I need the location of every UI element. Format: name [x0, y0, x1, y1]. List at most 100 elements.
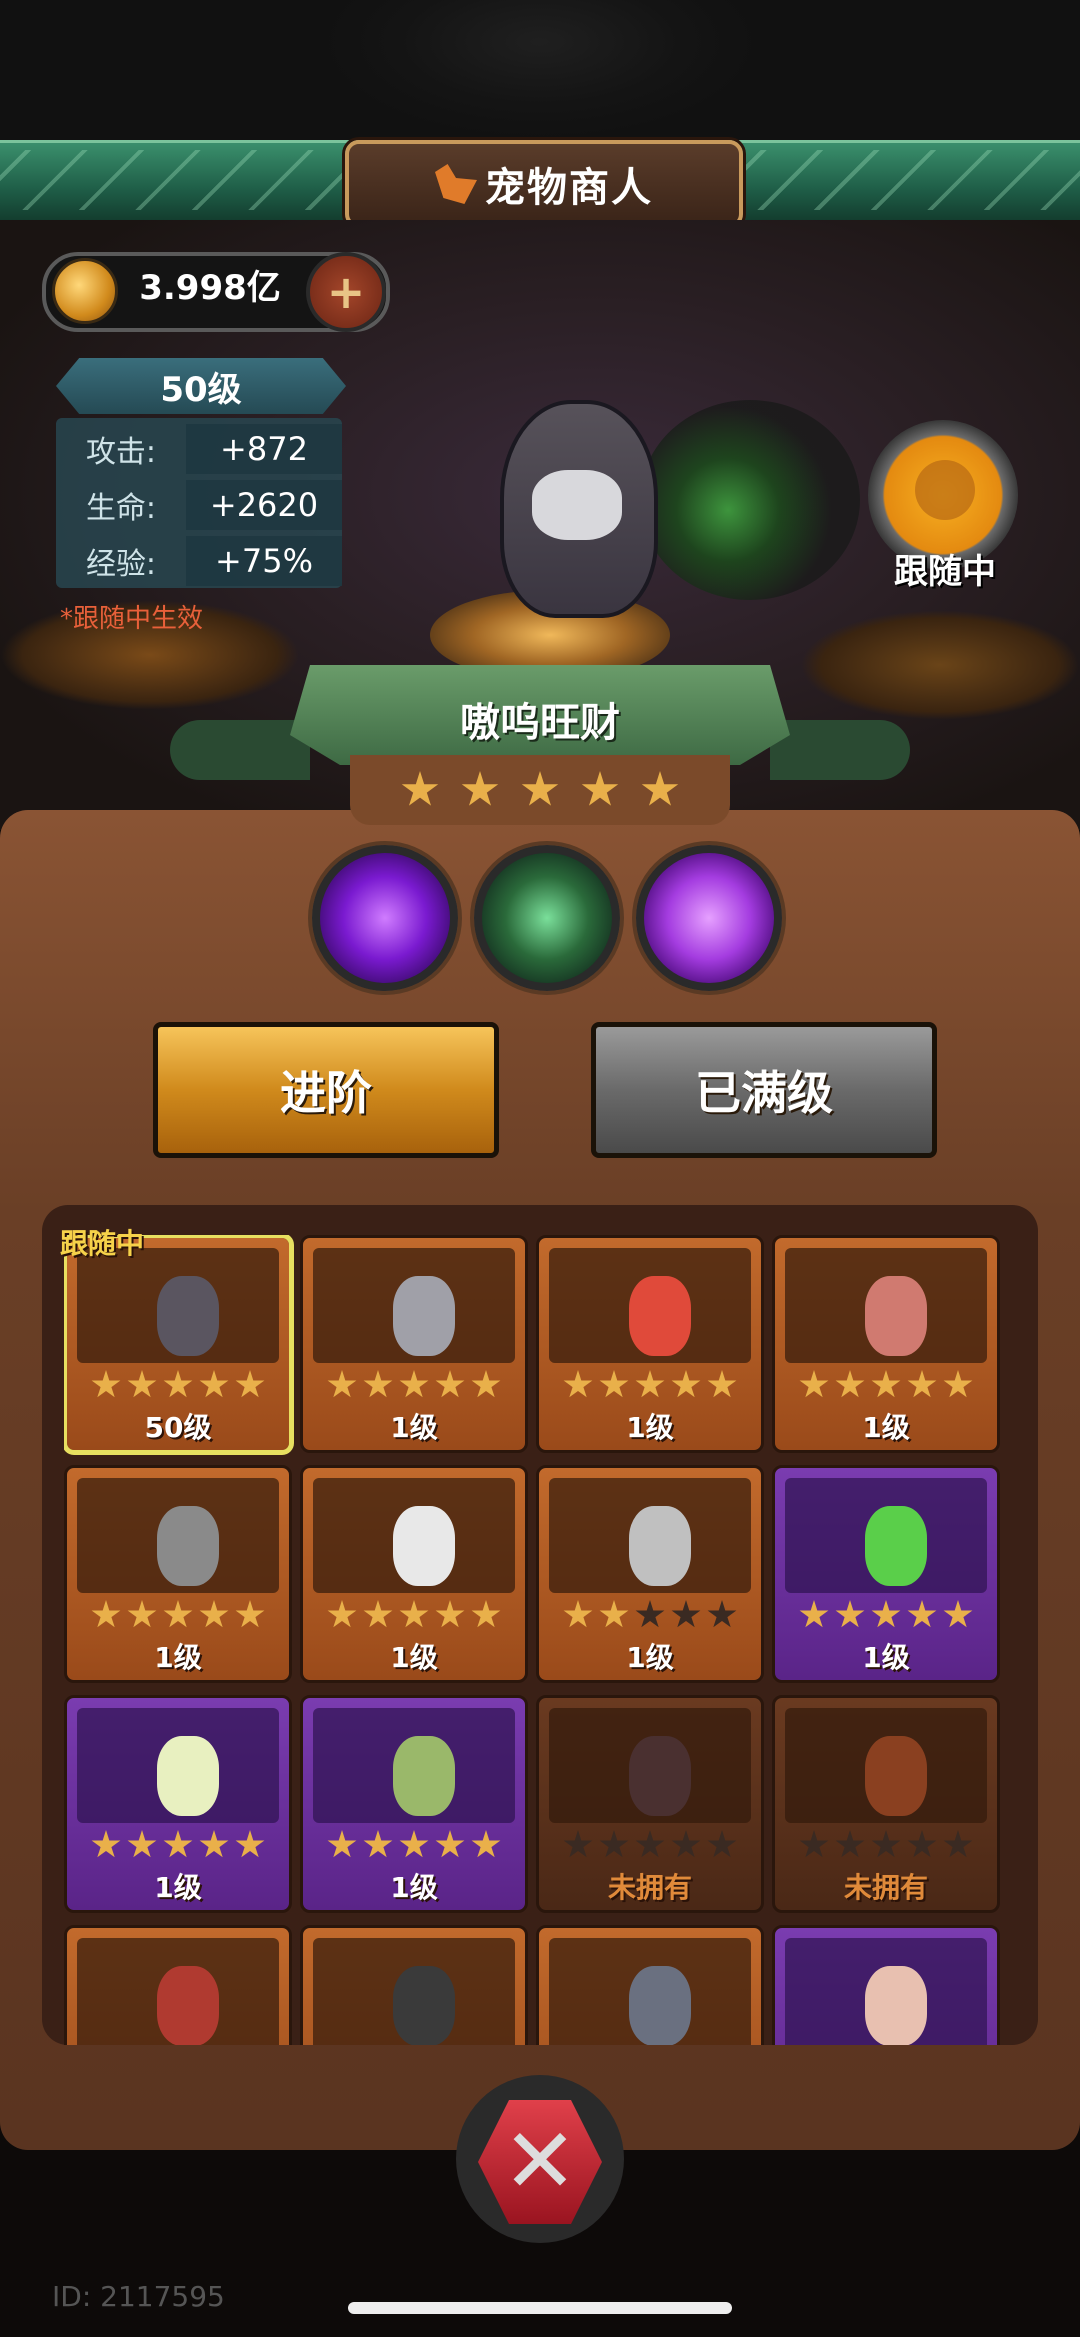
pet-card-stars — [67, 1370, 289, 1400]
pet-card-frame — [313, 1248, 515, 1363]
pet-name: 嗷呜旺财 — [460, 700, 620, 746]
pet-card-stars — [303, 1600, 525, 1630]
star-icon — [871, 1830, 901, 1858]
star-icon — [199, 1600, 229, 1628]
pet-avatar — [157, 1736, 219, 1816]
pet-card-frame — [549, 1478, 751, 1593]
pet-card[interactable]: 1级 — [64, 1695, 292, 1913]
star-icon — [471, 1370, 501, 1398]
home-indicator[interactable] — [348, 2302, 732, 2314]
ribbon-scroll-right — [770, 720, 910, 780]
pet-level: 50级 — [56, 358, 346, 414]
grid-follow-tag: 跟随中 — [60, 1227, 145, 1260]
pet-card-level: 1级 — [390, 1641, 438, 1674]
advance-button[interactable]: 进阶 — [153, 1022, 499, 1158]
skill-claw-icon[interactable] — [474, 845, 620, 991]
pet-card-frame — [77, 1478, 279, 1593]
pet-card-level: 1级 — [154, 1871, 202, 1904]
pet-card[interactable]: 未拥有 — [772, 1695, 1000, 1913]
star-icon — [581, 771, 619, 806]
pet-avatar — [393, 1276, 455, 1356]
star-icon — [599, 1830, 629, 1858]
star-icon — [363, 1600, 393, 1628]
pet-card[interactable] — [300, 1925, 528, 2045]
pet-card[interactable]: 1级 — [772, 1235, 1000, 1453]
pet-star-rating — [350, 755, 730, 825]
star-icon — [127, 1830, 157, 1858]
star-icon — [671, 1830, 701, 1858]
star-icon — [235, 1830, 265, 1858]
star-icon — [943, 1600, 973, 1628]
star-icon — [91, 1600, 121, 1628]
star-icon — [235, 1600, 265, 1628]
star-icon — [435, 1370, 465, 1398]
star-icon — [199, 1370, 229, 1398]
pet-card-stars — [775, 1830, 997, 1860]
star-icon — [199, 1830, 229, 1858]
star-icon — [163, 1370, 193, 1398]
pet-card-frame — [549, 1248, 751, 1363]
pet-card[interactable]: 1级 — [300, 1465, 528, 1683]
star-icon — [635, 1370, 665, 1398]
max-level-button[interactable]: 已满级 — [591, 1022, 937, 1158]
add-currency-button[interactable]: + — [306, 252, 386, 332]
pet-card[interactable]: 1级 — [536, 1465, 764, 1683]
star-icon — [707, 1830, 737, 1858]
star-icon — [163, 1600, 193, 1628]
pet-card-frame — [77, 1248, 279, 1363]
pet-avatar — [157, 1276, 219, 1356]
star-icon — [563, 1600, 593, 1628]
pet-card[interactable]: 1级 — [300, 1695, 528, 1913]
pet-card-stars — [539, 1600, 761, 1630]
pet-card-frame — [313, 1478, 515, 1593]
pet-avatar — [157, 1966, 219, 2045]
star-icon — [327, 1830, 357, 1858]
star-icon — [641, 771, 679, 806]
pet-card[interactable]: 未拥有 — [536, 1695, 764, 1913]
star-icon — [707, 1600, 737, 1628]
star-icon — [835, 1370, 865, 1398]
pet-card-level: 1级 — [390, 1871, 438, 1904]
pet-card[interactable]: 1级 — [300, 1235, 528, 1453]
pet-avatar — [865, 1966, 927, 2045]
skill-speech-bubble-icon[interactable] — [636, 845, 782, 991]
pet-card-level: 1级 — [862, 1411, 910, 1444]
star-icon — [871, 1370, 901, 1398]
effect-note: *跟随中生效 — [60, 604, 204, 634]
stats-panel: 攻击: +872 生命: +2620 经验: +75% — [56, 418, 342, 588]
star-icon — [521, 771, 559, 806]
star-icon — [943, 1830, 973, 1858]
pet-grid: 50级 1级 1级 1级 1级 1级 1级 1级 1级 1级 未拥有 未拥有 — [64, 1235, 1024, 2045]
skill-shadow-face-icon[interactable] — [312, 845, 458, 991]
pet-card-level: 1级 — [154, 1641, 202, 1674]
pet-card-frame — [77, 1938, 279, 2045]
star-icon — [91, 1830, 121, 1858]
pet-card[interactable] — [772, 1925, 1000, 2045]
pet-card-level: 1级 — [862, 1641, 910, 1674]
star-icon — [907, 1600, 937, 1628]
pet-avatar — [865, 1736, 927, 1816]
pet-card-frame — [785, 1478, 987, 1593]
star-icon — [363, 1830, 393, 1858]
star-icon — [127, 1600, 157, 1628]
pet-card[interactable]: 1级 — [64, 1465, 292, 1683]
pet-avatar — [629, 1736, 691, 1816]
pet-card-stars — [539, 1370, 761, 1400]
star-icon — [401, 771, 439, 806]
coin-icon — [52, 258, 118, 324]
star-icon — [327, 1370, 357, 1398]
star-icon — [799, 1370, 829, 1398]
pet-card-frame — [77, 1708, 279, 1823]
pet-card[interactable] — [536, 1925, 764, 2045]
pet-card-level: 1级 — [390, 1411, 438, 1444]
star-icon — [399, 1830, 429, 1858]
pet-card[interactable]: 50级 — [64, 1235, 294, 1455]
pet-card[interactable]: 1级 — [772, 1465, 1000, 1683]
stat-label: 攻击: — [85, 435, 157, 470]
star-icon — [435, 1830, 465, 1858]
pet-card[interactable]: 1级 — [536, 1235, 764, 1453]
star-icon — [563, 1830, 593, 1858]
star-icon — [671, 1370, 701, 1398]
pet-card[interactable] — [64, 1925, 292, 2045]
star-icon — [399, 1370, 429, 1398]
